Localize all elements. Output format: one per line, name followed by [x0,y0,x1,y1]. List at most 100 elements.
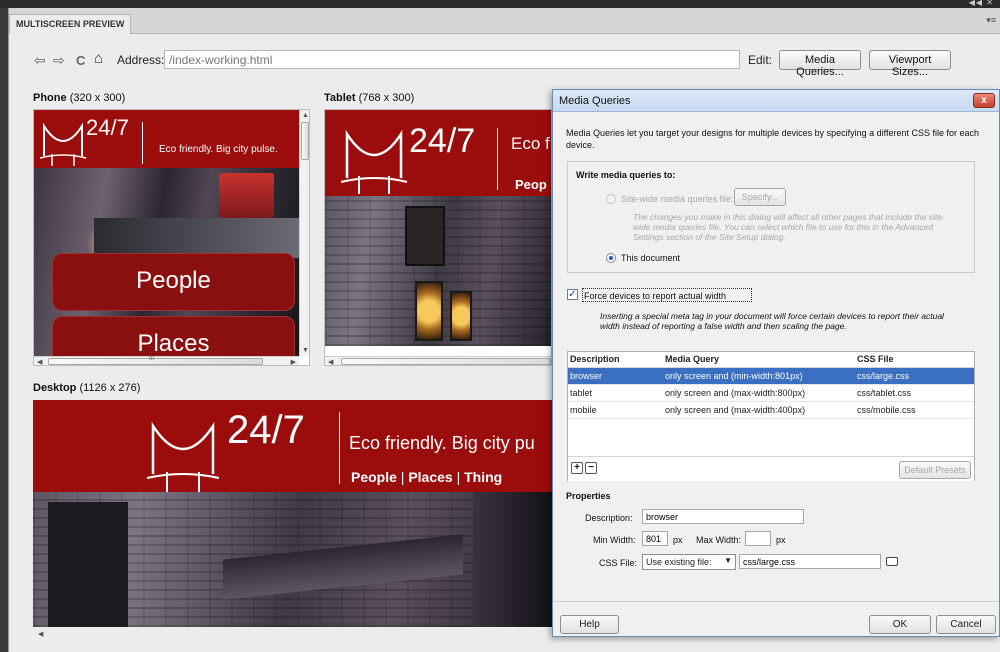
add-query-button[interactable]: + [571,462,583,474]
home-icon[interactable]: ⌂ [94,50,103,67]
description-field[interactable] [642,509,804,524]
phone-preview-label: Phone (320 x 300) [33,92,125,104]
desktop-nav: People | Places | Thing [351,469,502,485]
tab-multiscreen-preview[interactable]: MULTISCREEN PREVIEW [9,14,132,34]
css-file-label: CSS File: [599,558,638,568]
desktop-preview[interactable]: 24/7 Eco friendly. Big city pu People | … [33,400,552,640]
force-width-label[interactable]: Force devices to report actual width [584,290,726,302]
desktop-size: (1126 x 276) [79,382,141,394]
ok-button[interactable]: OK [869,615,931,634]
scroll-up-icon[interactable]: ▲ [302,112,309,119]
tablet-name: Tablet [324,92,356,104]
panel-menu-icon[interactable]: ▾≡ [986,15,996,26]
folder-browse-icon[interactable] [886,557,898,566]
tablet-preview-label: Tablet (768 x 300) [324,92,414,104]
tablet-hscroll-thumb[interactable] [341,358,551,365]
cancel-button[interactable]: Cancel [936,615,996,634]
table-footer: + − Default Presets [568,456,974,481]
write-queries-heading: Write media queries to: [576,170,676,180]
phone-people-button[interactable]: People [52,253,295,311]
site-wide-radio[interactable] [606,194,616,204]
default-presets-button[interactable]: Default Presets [899,461,971,479]
dialog-footer-divider [553,601,999,602]
max-width-field[interactable] [745,531,771,546]
phone-hscroll-thumb[interactable]: III [48,356,263,365]
window-controls[interactable]: ◀◀ ✕ [969,0,994,7]
close-icon[interactable]: x [973,93,995,108]
desktop-scroll-left-icon[interactable]: ◀ [38,630,43,638]
row-css-file: css/mobile.css [857,405,916,415]
site-wide-note: The changes you make in this dialog will… [633,212,945,242]
col-description-header[interactable]: Description [570,354,620,364]
tablet-nav-people[interactable]: Peop [515,177,547,192]
row-description: tablet [570,388,593,398]
force-width-checkbox[interactable]: ✓ [567,289,578,300]
phone-preview[interactable]: 24/7 Eco friendly. Big city pulse. Peopl… [33,109,310,366]
media-query-table[interactable]: Description Media Query CSS File browser… [567,351,975,481]
desktop-header-divider [339,412,340,484]
desktop-tagline: Eco friendly. Big city pu [349,433,535,453]
forward-icon[interactable]: ⇨ [53,52,65,69]
phone-horizontal-scrollbar[interactable]: ◀ III ▶ [34,356,299,365]
phone-vscroll-thumb[interactable] [301,122,309,160]
phone-hscroll-grip: III [149,356,155,362]
row-media-query: only screen and (max-width:800px) [665,388,806,398]
col-css-file-header[interactable]: CSS File [857,354,894,364]
min-width-label: Min Width: [593,535,636,545]
viewport-sizes-button[interactable]: Viewport Sizes... [869,50,951,78]
tablet-window-2 [450,291,472,341]
phone-vertical-scrollbar[interactable]: ▲ ▼ [299,110,309,356]
nav-divider-2: | [456,469,465,485]
tablet-scroll-left-icon[interactable]: ◀ [328,358,333,365]
refresh-icon[interactable]: C [76,53,85,68]
table-row[interactable]: browser only screen and (min-width:801px… [568,368,974,385]
phone-sidewalk [94,218,299,258]
tablet-building-photo [325,196,551,346]
tablet-header-divider [497,128,498,190]
scroll-down-icon[interactable]: ▼ [302,347,309,354]
force-width-note: Inserting a special meta tag in your doc… [600,311,944,331]
top-strip: ◀◀ ✕ [0,0,1000,8]
row-media-query: only screen and (max-width:400px) [665,405,806,415]
table-row[interactable]: mobile only screen and (max-width:400px)… [568,402,974,419]
desktop-dark-corner [473,492,552,627]
dialog-intro: Media Queries let you target your design… [566,128,980,150]
table-row[interactable]: tablet only screen and (max-width:800px)… [568,385,974,402]
media-queries-button[interactable]: Media Queries... [779,50,861,78]
tablet-dark-window [405,206,445,266]
row-css-file: css/large.css [857,371,910,381]
row-media-query: only screen and (min-width:801px) [665,371,803,381]
remove-query-button[interactable]: − [585,462,597,474]
scroll-left-icon[interactable]: ◀ [37,358,42,365]
min-width-unit: px [673,535,683,545]
desktop-nav-places[interactable]: Places [408,469,452,485]
tablet-tagline: Eco f [511,134,550,153]
description-label: Description: [585,513,633,523]
desktop-horizontal-scrollbar[interactable]: ◀ [33,627,552,640]
address-input[interactable] [164,50,740,69]
tablet-horizontal-scrollbar[interactable]: ◀ [325,356,551,365]
css-file-field[interactable] [739,554,881,569]
phone-logo-text: 24/7 [86,115,129,140]
desktop-nav-people[interactable]: People [351,469,397,485]
media-queries-dialog: Media Queries x Media Queries let you ta… [552,89,1000,637]
tablet-logo-text: 24/7 [409,122,476,160]
phone-tagline: Eco friendly. Big city pulse. [159,144,278,155]
desktop-dark-window [48,502,128,627]
specify-button[interactable]: Specify... [734,188,786,206]
scroll-right-icon[interactable]: ▶ [291,358,296,365]
panel-tab-bar: MULTISCREEN PREVIEW ▾≡ [9,8,1000,34]
css-file-mode-select[interactable]: Use existing file: ▼ [642,554,736,570]
this-document-radio[interactable] [606,253,616,263]
phone-name: Phone [33,92,67,104]
desktop-nav-things[interactable]: Thing [464,469,502,485]
desktop-name: Desktop [33,382,77,394]
properties-heading: Properties [566,491,611,501]
tablet-preview[interactable]: 24/7 Eco f Peop ◀ [324,109,552,366]
back-icon[interactable]: ⇦ [34,52,46,69]
col-media-query-header[interactable]: Media Query [665,354,719,364]
help-button[interactable]: Help [560,615,619,634]
phone-header-divider [142,122,143,164]
min-width-field[interactable] [642,531,668,546]
dialog-title-bar[interactable]: Media Queries x [553,90,999,112]
